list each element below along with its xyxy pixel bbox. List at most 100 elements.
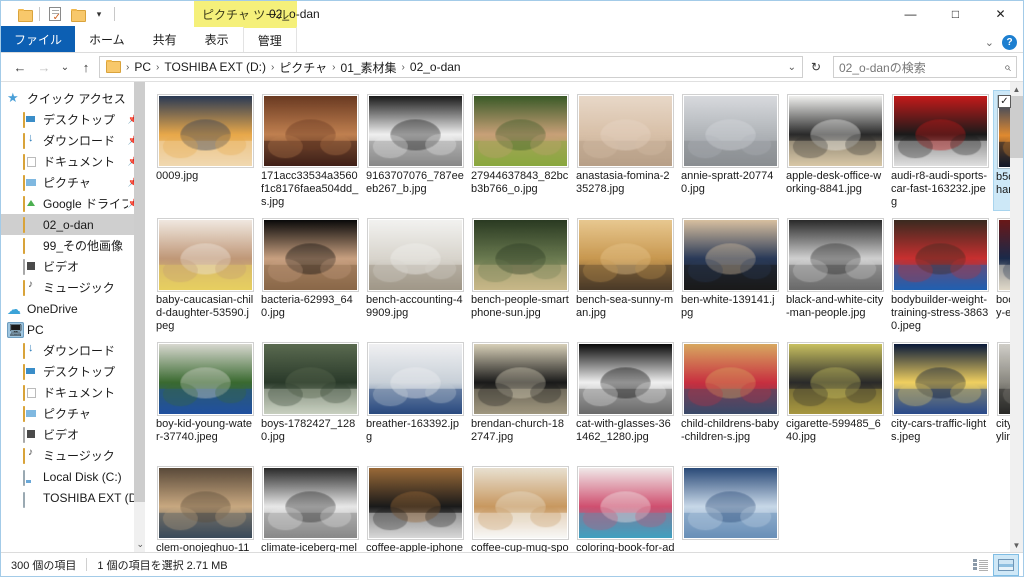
thumbnail-container [892,341,989,415]
file-item[interactable]: boys-1782427_1280.jpg [258,338,363,459]
sidebar-item-[interactable]: ビデオ [1,424,145,445]
sidebar-item-[interactable]: デスクトップ [1,361,145,382]
file-item[interactable]: bodybuilder-weight-training-stress-38630… [888,214,993,335]
sidebar-scrollbar[interactable]: ⌄ [134,82,145,552]
search-input[interactable]: 02_o-danの検索 ⌕ [833,56,1017,78]
breadcrumb-item-toshiba[interactable]: TOSHIBA EXT (D:) [162,60,268,74]
help-icon[interactable]: ? [1002,35,1017,50]
file-name-label: apple-desk-office-working-8841.jpg [786,170,882,195]
scroll-down-icon[interactable]: ▼ [1010,538,1023,552]
file-item[interactable]: clem-onojeghuo-110525.jpg [153,462,258,552]
sidebar-item-[interactable]: ダウンロード [1,340,145,361]
sidebar-item-pc[interactable]: PC [1,319,145,340]
sidebar-item-label: PC [27,322,44,337]
file-item[interactable] [678,462,783,552]
sidebar-scrollbar-thumb[interactable] [134,82,145,502]
minimize-button[interactable]: — [888,1,933,27]
file-item[interactable]: anastasia-fomina-235278.jpg [573,90,678,211]
file-item[interactable]: climate-iceberg-melting-thawing.jpg [258,462,363,552]
file-pane-scrollbar-thumb[interactable] [1010,96,1023,158]
file-item[interactable]: bacteria-62993_640.jpg [258,214,363,335]
close-button[interactable]: ✕ [978,1,1023,27]
chevron-down-icon[interactable]: ▾ [88,3,110,25]
sidebar-item-[interactable]: ミュージック [1,445,145,466]
file-item[interactable]: 0009.jpg [153,90,258,211]
chevron-down-icon[interactable]: ⌄ [136,539,144,550]
tab-manage[interactable]: 管理 [242,26,297,52]
sidebar-item-[interactable]: ドキュメント📌 [1,151,145,172]
sidebar-item-local-disk-c[interactable]: Local Disk (C:) [1,466,145,487]
tab-home[interactable]: ホーム [75,27,139,52]
file-item[interactable]: 171acc33534a3560f1c8176faea504dd_s.jpg [258,90,363,211]
file-item[interactable]: city-cars-traffic-lights.jpeg [888,338,993,459]
file-item[interactable]: bench-sea-sunny-man.jpg [573,214,678,335]
file-item[interactable]: 27944637843_82bcb3b766_o.jpg [468,90,573,211]
file-item[interactable]: child-childrens-baby-children-s.jpg [678,338,783,459]
file-item[interactable]: annie-spratt-207740.jpg [678,90,783,211]
folder-desktop-icon [23,363,39,380]
chevron-down-icon[interactable]: ⌄ [788,62,796,73]
file-pane-scrollbar[interactable]: ▲ ▼ [1010,82,1023,552]
refresh-button[interactable]: ↻ [805,56,827,78]
breadcrumb-item-pc[interactable]: PC [132,60,153,74]
sidebar-item-[interactable]: ドキュメント [1,382,145,403]
sidebar-item-[interactable]: ビデオ [1,256,145,277]
large-icons-view-button[interactable] [993,553,1019,576]
chevron-down-icon[interactable]: ⌄ [985,36,994,49]
folder-pictures-icon [23,174,39,191]
file-item[interactable]: 9163707076_787eeeb267_b.jpg [363,90,468,211]
recent-locations-button[interactable]: ⌄ [57,56,73,78]
file-item[interactable]: coffee-cup-mug-spoon.jpg [468,462,573,552]
thumbnail-container [787,93,884,167]
forward-button[interactable]: → [33,56,55,78]
new-folder-icon[interactable] [66,3,88,25]
file-item[interactable]: bench-accounting-49909.jpg [363,214,468,335]
breadcrumb-item-01[interactable]: 01_素材集 [339,59,399,76]
details-view-button[interactable] [967,554,993,576]
details-view-icon [972,559,988,570]
sidebar-item-[interactable]: デスクトップ📌 [1,109,145,130]
file-thumbnail [367,343,464,415]
breadcrumb-item-02[interactable]: 02_o-dan [408,60,463,74]
tab-view[interactable]: 表示 [191,27,243,52]
sidebar-item-[interactable]: ダウンロード📌 [1,130,145,151]
file-item[interactable]: black-and-white-city-man-people.jpg [783,214,888,335]
up-button[interactable]: ↑ [75,56,97,78]
breadcrumb[interactable]: › PC › TOSHIBA EXT (D:) › ピクチャ › 01_素材集 … [99,56,803,78]
file-item[interactable]: boy-kid-young-water-37740.jpeg [153,338,258,459]
file-item[interactable]: coloring-book-for-adults-1396833_1280.jp… [573,462,678,552]
file-item[interactable]: cigarette-599485_640.jpg [783,338,888,459]
folder-icon[interactable] [13,3,35,25]
file-item[interactable]: bench-people-smartphone-sun.jpg [468,214,573,335]
file-item[interactable]: ben-white-139141.jpg [678,214,783,335]
file-item[interactable]: cat-with-glasses-361462_1280.jpg [573,338,678,459]
sidebar-item-label: ミュージック [43,449,115,463]
selection-checkbox[interactable]: ✓ [998,95,1011,108]
properties-icon[interactable] [44,3,66,25]
back-button[interactable]: ← [9,56,31,78]
folder-videos-icon [23,426,39,443]
sidebar-item-99[interactable]: 99_その他画像 [1,235,145,256]
sidebar-item-toshiba-ext-d[interactable]: TOSHIBA EXT (D: [1,487,145,508]
file-item[interactable]: apple-desk-office-working-8841.jpg [783,90,888,211]
sidebar-item-[interactable]: ピクチャ📌 [1,172,145,193]
tab-file[interactable]: ファイル [1,26,76,52]
sidebar-item-onedrive[interactable]: OneDrive [1,298,145,319]
file-list-pane[interactable]: 0009.jpg 171acc33534a3560f1c8176faea504dd… [145,82,1023,552]
sidebar-item-[interactable]: ピクチャ [1,403,145,424]
sidebar-item-[interactable]: クイック アクセス [1,88,145,109]
maximize-button[interactable]: □ [933,1,978,27]
file-name-label: child-childrens-baby-children-s.jpg [681,418,779,443]
tab-share[interactable]: 共有 [139,27,191,52]
file-item[interactable]: brendan-church-182747.jpg [468,338,573,459]
file-item[interactable]: audi-r8-audi-sports-car-fast-163232.jpeg [888,90,993,211]
file-item[interactable]: coffee-apple-iphone-laptop.jpg [363,462,468,552]
scroll-up-icon[interactable]: ▲ [1010,82,1023,96]
file-item[interactable]: baby-caucasian-child-daughter-53590.jpeg [153,214,258,335]
file-item[interactable]: breather-163392.jpg [363,338,468,459]
breadcrumb-item-pictures[interactable]: ピクチャ [277,59,329,76]
sidebar-item-02-o-dan[interactable]: 02_o-dan [1,214,145,235]
sidebar-item-[interactable]: ミュージック [1,277,145,298]
sidebar-item-google[interactable]: Google ドライブ📌 [1,193,145,214]
star-icon [7,90,23,107]
